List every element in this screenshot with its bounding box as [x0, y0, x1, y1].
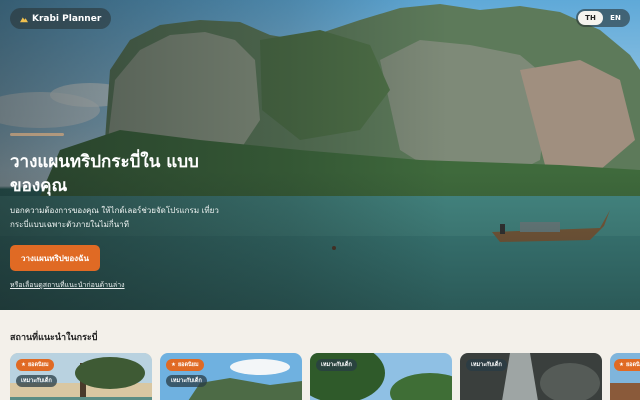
star-icon: ★ — [171, 362, 176, 368]
brand-name: Krabi Planner — [32, 13, 102, 24]
scroll-to-recommendations-link[interactable]: หรือเลื่อนดูสถานที่แนะนำก่อนด้านล่าง — [10, 280, 125, 291]
hero-section: Krabi Planner TH EN วางแผนทริปกระบี่ใน แ… — [0, 0, 640, 310]
kid-friendly-badge: เหมาะกับเด็ก — [466, 359, 507, 371]
kid-friendly-badge: เหมาะกับเด็ก — [166, 375, 207, 387]
hero-title: วางแผนทริปกระบี่ใน แบบของคุณ — [10, 152, 199, 196]
language-switcher: TH EN — [576, 9, 630, 27]
lang-en-button[interactable]: EN — [603, 11, 628, 25]
place-card[interactable]: ★ ยอดนิยม เหมาะกับเด็ก — [10, 353, 152, 400]
popular-badge: ★ยอดนิยม — [16, 359, 54, 371]
place-card[interactable]: เหมาะกับเด็ก — [310, 353, 452, 400]
lang-th-button[interactable]: TH — [578, 11, 603, 25]
star-icon: ★ — [21, 362, 26, 368]
popular-badge: ★ยอดนิยม — [166, 359, 204, 371]
brand-logo[interactable]: Krabi Planner — [10, 8, 112, 29]
star-icon: ★ — [619, 362, 624, 368]
place-card[interactable]: ★ยอดนิยม — [610, 353, 640, 400]
place-card[interactable]: เหมาะกับเด็ก — [460, 353, 602, 400]
place-card[interactable]: ★ ยอดนิยม เหมาะกับเด็ก — [160, 353, 302, 400]
hero-subtitle: บอกความต้องการของคุณ ให้ไกด์เลอร์ช่วยจัด… — [10, 206, 219, 229]
kid-friendly-badge: เหมาะกับเด็ก — [316, 359, 357, 371]
mountain-icon — [20, 16, 28, 22]
kid-friendly-badge: เหมาะกับเด็ก — [16, 375, 57, 387]
recommended-cards: ★ ยอดนิยม เหมาะกับเด็ก ★ ยอดนิยม เหมาะกับเ… — [10, 353, 640, 400]
hero-eyebrow-decoration — [10, 133, 64, 136]
plan-trip-button[interactable]: วางแผนทริปของฉัน — [10, 245, 100, 271]
section-title: สถานที่แนะนำในกระบี่ — [10, 333, 98, 343]
popular-badge: ★ยอดนิยม — [614, 359, 640, 371]
